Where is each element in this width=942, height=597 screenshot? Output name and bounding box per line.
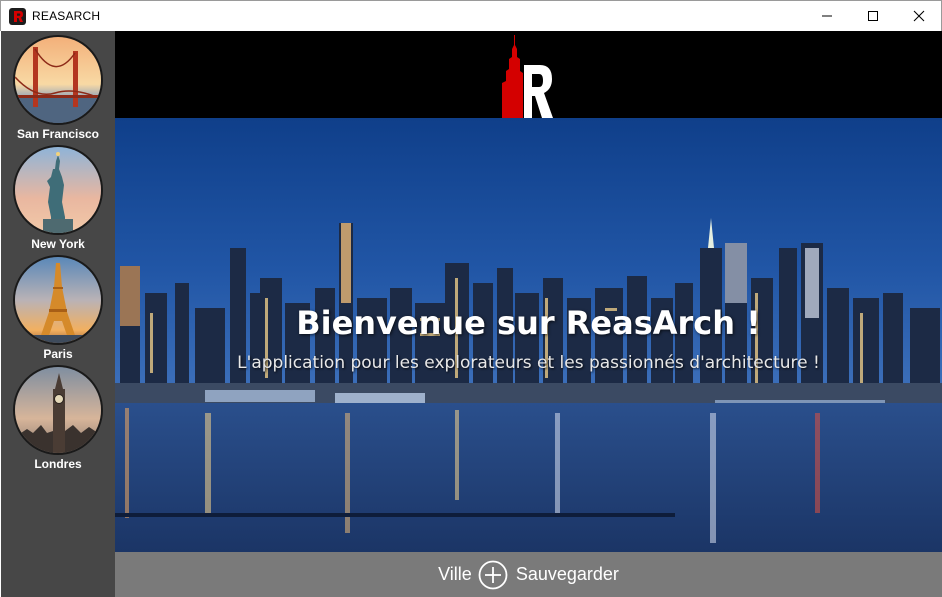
welcome-title: Bienvenue sur ReasArch !: [296, 304, 761, 342]
minimize-button[interactable]: [804, 1, 850, 31]
big-ben-icon: [13, 365, 103, 455]
close-icon: [913, 10, 925, 22]
footer-bar: Ville Sauvegarder: [115, 552, 942, 597]
city-sidebar: San Francisco New York Paris Londres: [1, 31, 115, 597]
sidebar-item-paris[interactable]: Paris: [1, 251, 115, 361]
sidebar-item-londres[interactable]: Londres: [1, 361, 115, 471]
add-circle-icon[interactable]: [478, 560, 508, 590]
statue-of-liberty-icon: [13, 145, 103, 235]
window-title: REASARCH: [32, 9, 101, 23]
close-button[interactable]: [896, 1, 942, 31]
maximize-icon: [868, 11, 878, 21]
reasarch-logo-icon: [502, 35, 553, 118]
golden-gate-bridge-icon: [13, 35, 103, 125]
city-label: Londres: [34, 457, 82, 471]
city-label: New York: [31, 237, 85, 251]
eiffel-tower-icon: [13, 255, 103, 345]
sidebar-item-new-york[interactable]: New York: [1, 141, 115, 251]
hero-banner: Bienvenue sur ReasArch ! L'application p…: [115, 118, 942, 552]
minimize-icon: [822, 15, 832, 17]
city-label: Ville: [438, 564, 472, 584]
app-logo-icon: [9, 8, 26, 25]
title-bar: REASARCH: [0, 0, 942, 31]
city-label: San Francisco: [16, 127, 100, 141]
city-label: Paris: [43, 347, 73, 361]
sidebar-item-san-francisco[interactable]: San Francisco: [1, 31, 115, 141]
welcome-subtitle: L'application pour les explorateurs et l…: [237, 353, 820, 373]
save-button[interactable]: Sauvegarder: [516, 564, 619, 585]
maximize-button[interactable]: [850, 1, 896, 31]
header-banner: [115, 31, 942, 118]
